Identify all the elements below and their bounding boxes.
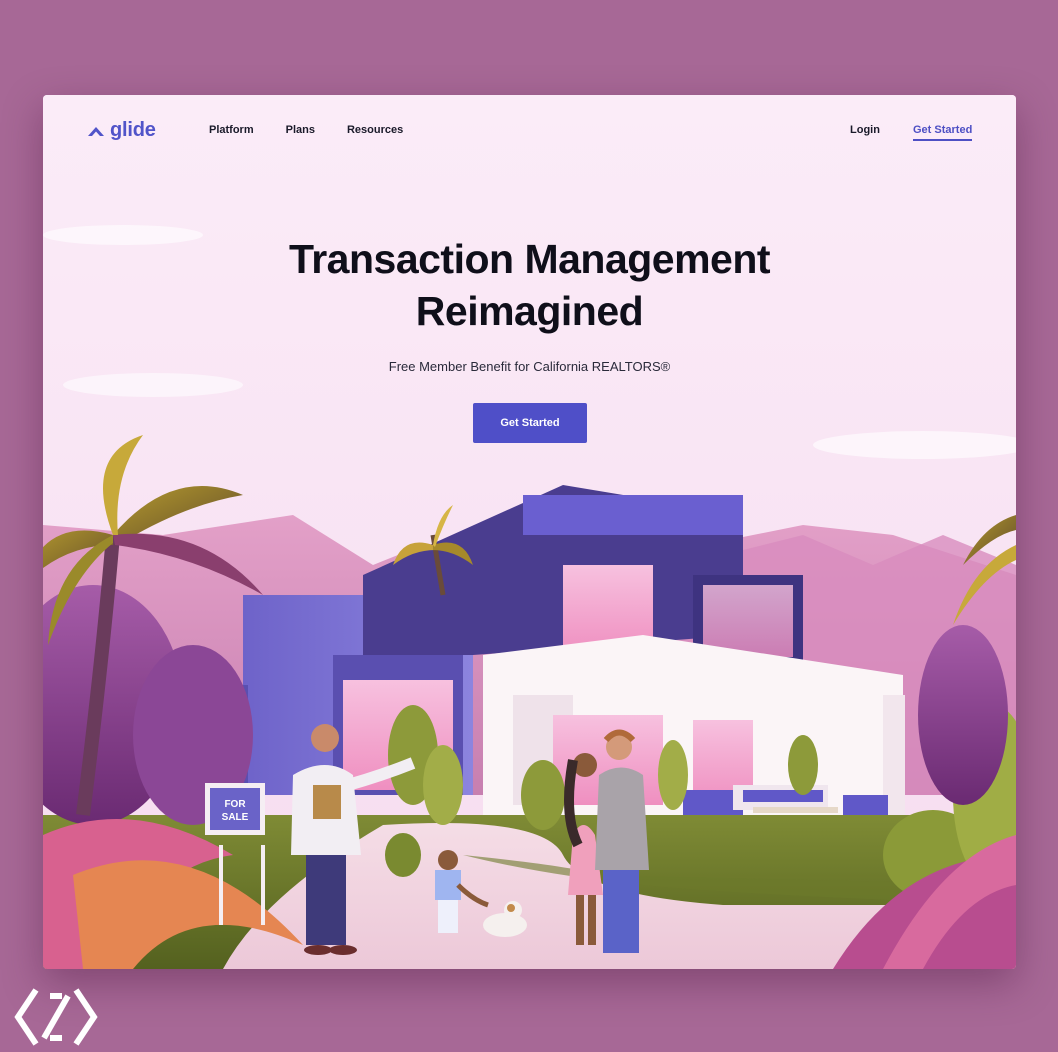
hero-illustration: FOR SALE (43, 95, 1016, 969)
brand-logo[interactable]: glide (86, 119, 156, 142)
hero-subtitle: Free Member Benefit for California REALT… (388, 359, 671, 374)
chevron-up-icon (88, 126, 104, 136)
browser-frame: FOR SALE glide Platform Plans Resources … (43, 95, 1016, 969)
sign-text-sale: SALE (222, 812, 249, 823)
nav-link-resources[interactable]: Resources (347, 124, 403, 136)
login-link[interactable]: Login (850, 124, 880, 136)
nav-links: Platform Plans Resources (209, 124, 403, 136)
watermark-logo-icon (14, 988, 98, 1046)
nav-get-started-link[interactable]: Get Started (913, 124, 973, 141)
nav-link-platform[interactable]: Platform (209, 124, 254, 136)
sign-text-for: FOR (224, 799, 246, 810)
brand-name: glide (110, 119, 156, 141)
nav-link-plans[interactable]: Plans (286, 124, 315, 136)
top-nav: glide Platform Plans Resources Login Get… (43, 95, 1016, 165)
hero-title-line-1: Transaction Management (288, 236, 771, 282)
hero-get-started-button[interactable]: Get Started (473, 403, 587, 443)
hero-title-line-2: Reimagined (415, 288, 644, 334)
hero-section: Transaction Management Reimagined Free M… (43, 233, 1016, 374)
hero-title: Transaction Management Reimagined (43, 233, 1016, 337)
